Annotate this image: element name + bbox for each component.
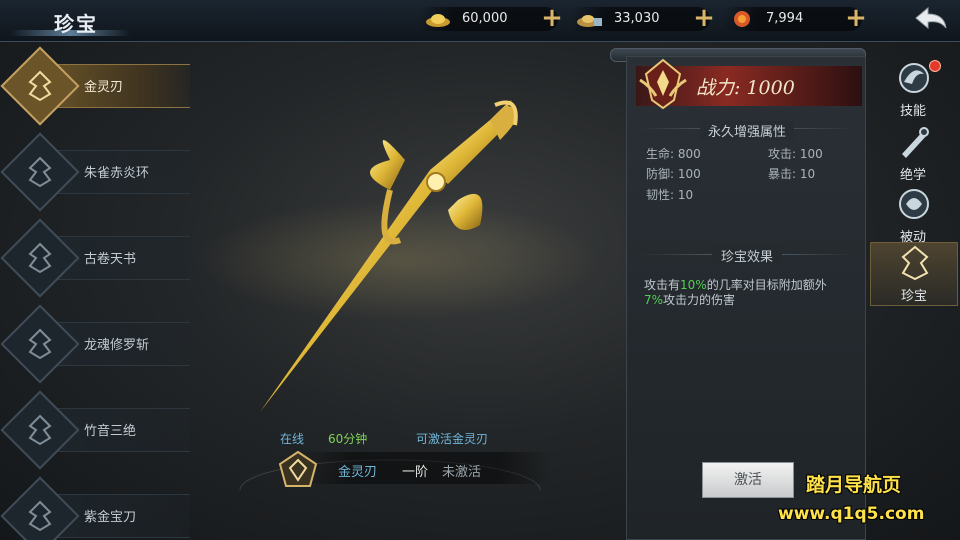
add-gold-button[interactable]: +: [538, 5, 566, 33]
gold-resource: 60,000 +: [418, 5, 563, 31]
silver-ingot-icon: [577, 15, 602, 27]
tab-passive[interactable]: 被动: [870, 184, 960, 250]
stat-defense: 防御: 100: [646, 167, 701, 181]
coupon-icon: [734, 11, 750, 27]
activate-button[interactable]: 激活: [702, 462, 794, 498]
passive-icon: [899, 189, 929, 219]
skill-icon: [899, 63, 929, 93]
treasure-item-label: 金灵刃: [84, 80, 124, 95]
treasure-crest-icon: [278, 450, 318, 487]
effect-chance: 10%: [680, 278, 707, 292]
treasure-icon: [901, 245, 929, 281]
treasure-item-label: 朱雀赤炎环: [84, 166, 150, 181]
treasure-emblem-icon: [28, 328, 52, 360]
selected-treasure-status: 未激活: [442, 465, 482, 480]
treasure-item-label: 龙魂修罗斩: [84, 338, 150, 353]
unlock-condition: 在线: [280, 432, 305, 446]
add-silver-button[interactable]: +: [690, 5, 718, 33]
effect-description: 攻击有10%的几率对目标附加额外 7%攻击力的伤害: [644, 278, 827, 307]
tab-treasure[interactable]: 珍宝: [870, 242, 958, 306]
gold-value: 60,000: [462, 11, 508, 26]
effect-title: 珍宝效果: [712, 246, 782, 265]
selected-treasure-level: 一阶: [402, 465, 429, 480]
treasure-emblem-icon: [28, 156, 52, 188]
combat-power: 战力: 1000: [696, 77, 795, 99]
gold-ingot-icon: [426, 14, 450, 27]
notification-badge: [929, 60, 941, 72]
treasure-emblem-icon: [28, 70, 52, 102]
stat-crit: 暴击: 10: [768, 167, 816, 181]
treasure-emblem-icon: [28, 242, 52, 274]
silver-value: 33,030: [614, 11, 660, 26]
treasure-item-zhuque[interactable]: 朱雀赤炎环: [0, 132, 190, 212]
treasure-item-label: 紫金宝刀: [84, 510, 137, 525]
tab-label: 技能: [899, 104, 926, 119]
silver-resource: 33,030 +: [570, 5, 715, 31]
stat-attack: 攻击: 100: [768, 147, 823, 161]
treasure-item-jinlingren[interactable]: 金灵刃: [0, 46, 190, 126]
attributes-title: 永久增强属性: [700, 121, 794, 140]
treasure-emblem-icon: [28, 414, 52, 446]
top-bar: 珍宝 60,000 + 33,030 + 7,994 +: [0, 0, 960, 42]
unlock-result: 可激活金灵刃: [416, 432, 489, 446]
stat-hp: 生命: 800: [646, 147, 701, 161]
treasure-emblem-icon: [28, 500, 52, 532]
back-arrow-icon[interactable]: [908, 4, 954, 36]
treasure-item-label: 竹音三绝: [84, 424, 137, 439]
tab-label: 珍宝: [900, 289, 927, 304]
tab-skill[interactable]: 技能: [870, 58, 960, 124]
coupon-resource: 7,994 +: [722, 5, 867, 31]
treasure-item-zijin[interactable]: 紫金宝刀: [0, 476, 190, 540]
stat-toughness: 韧性: 10: [646, 188, 694, 202]
treasure-item-label: 古卷天书: [84, 252, 137, 267]
treasure-item-zhuyin[interactable]: 竹音三绝: [0, 390, 190, 470]
weapon-artwork: [200, 100, 600, 490]
treasure-item-longhun[interactable]: 龙魂修罗斩: [0, 304, 190, 384]
tab-ultimate[interactable]: 绝学: [870, 122, 960, 188]
effect-bonus: 7%: [644, 293, 664, 307]
add-coupon-button[interactable]: +: [842, 5, 870, 33]
watermark-url: www.q1q5.com: [778, 504, 925, 524]
treasure-list: 金灵刃 朱雀赤炎环 古卷天书 龙魂修罗斩 竹音三绝 紫金宝刀: [0, 46, 190, 540]
treasure-item-gujuan[interactable]: 古卷天书: [0, 218, 190, 298]
selected-treasure-name: 金灵刃: [338, 465, 378, 480]
coupon-value: 7,994: [766, 11, 804, 26]
unlock-duration: 60分钟: [328, 432, 368, 446]
page-title: 珍宝: [54, 12, 98, 36]
ultimate-icon: [902, 127, 929, 158]
power-emblem-icon: [639, 58, 687, 110]
tab-label: 绝学: [899, 168, 926, 183]
watermark-title: 踏月导航页: [806, 474, 902, 496]
